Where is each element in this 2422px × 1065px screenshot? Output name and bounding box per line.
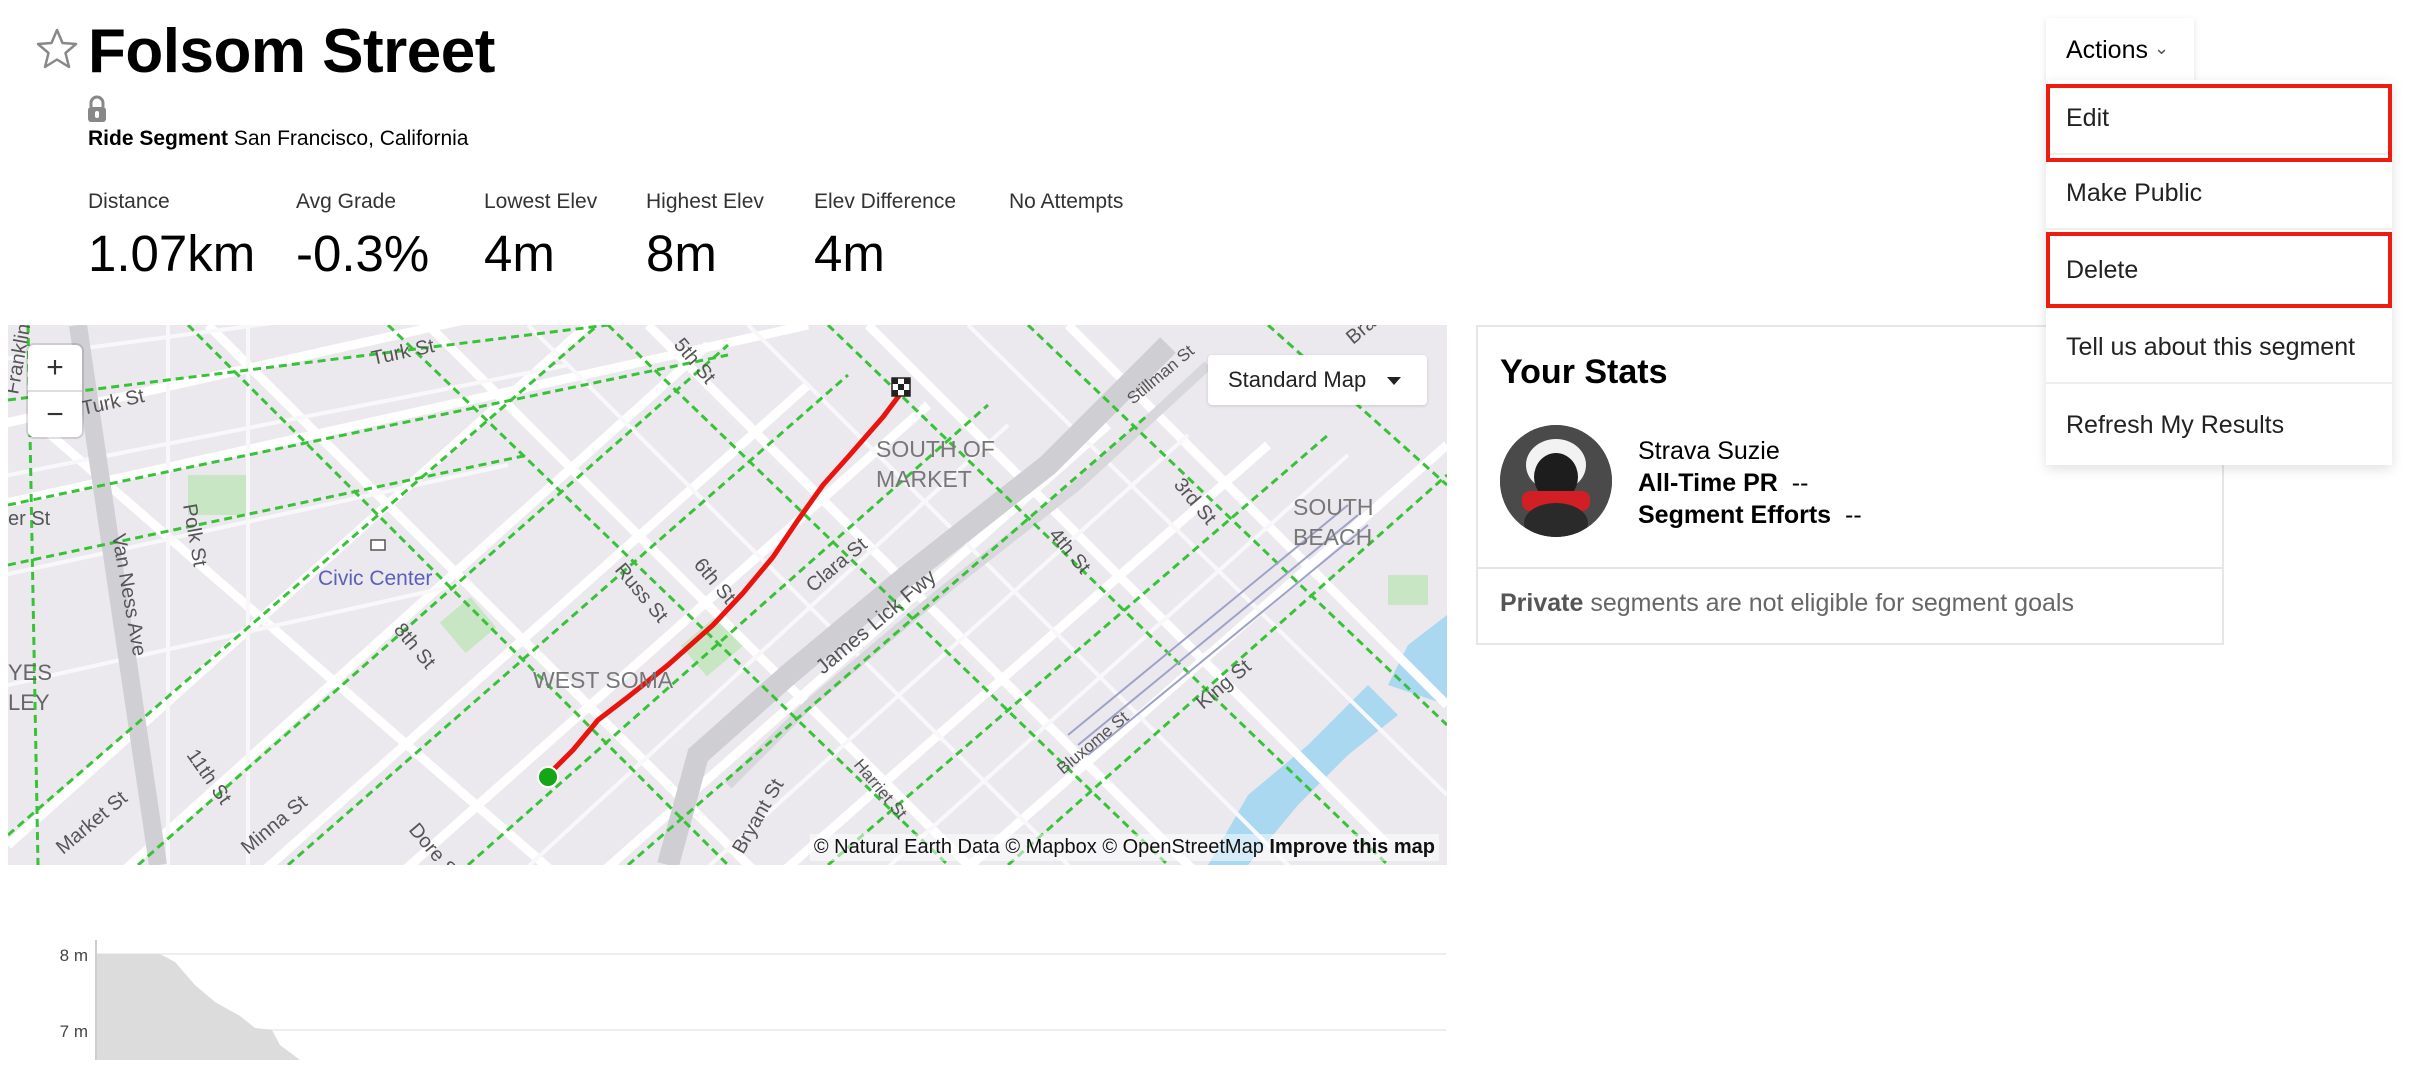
card-divider bbox=[1478, 567, 2222, 569]
stat-attempts: No Attempts bbox=[1009, 188, 1123, 216]
segment-location: San Francisco, California bbox=[233, 127, 469, 150]
transit-station-icon bbox=[370, 539, 386, 551]
athlete-avatar[interactable] bbox=[1500, 425, 1612, 537]
caret-down-icon bbox=[1387, 377, 1401, 385]
segment-efforts-row: Segment Efforts -- bbox=[1638, 501, 1862, 530]
stat-lowest-elev: Lowest Elev 4m bbox=[484, 188, 597, 286]
stat-label: Avg Grade bbox=[296, 190, 397, 213]
chevron-down-icon: ⌄ bbox=[2153, 37, 2170, 58]
pr-label: All-Time PR bbox=[1638, 469, 1778, 497]
efforts-label: Segment Efforts bbox=[1638, 501, 1832, 529]
y-tick-8m: 8 m bbox=[60, 946, 88, 965]
stat-label: Highest Elev bbox=[646, 190, 764, 213]
segment-finish-flag-icon bbox=[891, 377, 911, 397]
map-label: SOUTH OF bbox=[876, 436, 995, 462]
actions-label: Actions bbox=[2066, 35, 2148, 64]
map-canvas[interactable]: Turk St Turk St Franklin St er St Polk S… bbox=[8, 325, 1447, 865]
map-label: Civic Center bbox=[318, 567, 432, 590]
menu-item-make-public[interactable]: Make Public bbox=[2046, 158, 2392, 230]
pr-value: -- bbox=[1791, 469, 1809, 497]
segment-goals-note: Private segments are not eligible for se… bbox=[1500, 589, 2074, 618]
elevation-profile: 8 m 7 m bbox=[0, 900, 1450, 1060]
stat-distance: Distance 1.07km bbox=[88, 188, 255, 286]
menu-item-refresh-results[interactable]: Refresh My Results bbox=[2046, 389, 2392, 461]
private-label: Private bbox=[1500, 589, 1584, 617]
stat-value: 4m bbox=[814, 225, 885, 282]
map-label: BEACH bbox=[1293, 524, 1372, 550]
stat-label: No Attempts bbox=[1009, 190, 1124, 213]
stat-avg-grade: Avg Grade -0.3% bbox=[296, 188, 429, 286]
segment-map[interactable]: Turk St Turk St Franklin St er St Polk S… bbox=[8, 325, 1447, 865]
map-label: er St bbox=[8, 508, 51, 530]
efforts-value: -- bbox=[1845, 501, 1862, 529]
map-label: SOUTH bbox=[1293, 494, 1374, 520]
map-type-select[interactable]: Standard Map bbox=[1208, 355, 1427, 405]
highlight-box-delete bbox=[2046, 232, 2392, 308]
segment-title: Folsom Street bbox=[88, 17, 495, 86]
map-attribution-text: © Natural Earth Data © Mapbox © OpenStre… bbox=[813, 836, 1264, 858]
y-tick-7m: 7 m bbox=[60, 1022, 88, 1041]
segment-subtitle: Ride Segment San Francisco, California bbox=[88, 126, 468, 152]
favorite-star-icon[interactable] bbox=[34, 26, 80, 72]
improve-map-link[interactable]: Improve this map bbox=[1269, 836, 1435, 858]
all-time-pr-row: All-Time PR -- bbox=[1638, 469, 1808, 498]
stat-value: 8m bbox=[646, 225, 717, 282]
segment-type: Ride Segment bbox=[88, 127, 229, 150]
stat-label: Elev Difference bbox=[814, 190, 957, 213]
map-label: MARKET bbox=[876, 466, 972, 492]
zoom-out-button[interactable]: − bbox=[28, 392, 82, 437]
zoom-in-button[interactable]: + bbox=[28, 345, 82, 390]
stat-elev-difference: Elev Difference 4m bbox=[814, 188, 956, 286]
actions-button[interactable]: Actions ⌄ bbox=[2046, 18, 2194, 82]
athlete-name[interactable]: Strava Suzie bbox=[1638, 437, 1780, 466]
stat-value: -0.3% bbox=[296, 225, 430, 282]
stat-label: Distance bbox=[88, 190, 170, 213]
stat-highest-elev: Highest Elev 8m bbox=[646, 188, 764, 286]
map-type-label: Standard Map bbox=[1228, 367, 1367, 392]
map-zoom-control: + − bbox=[28, 345, 82, 437]
note-text: segments are not eligible for segment go… bbox=[1583, 589, 2074, 617]
stat-label: Lowest Elev bbox=[484, 190, 598, 213]
map-label: YES bbox=[8, 660, 52, 685]
highlight-box-edit bbox=[2046, 84, 2392, 162]
map-label: WEST SOMA bbox=[533, 667, 674, 693]
menu-item-feedback[interactable]: Tell us about this segment bbox=[2046, 312, 2392, 384]
stat-value: 4m bbox=[484, 225, 555, 282]
map-attribution: © Natural Earth Data © Mapbox © OpenStre… bbox=[809, 834, 1439, 861]
elevation-area bbox=[97, 954, 300, 1060]
lock-icon bbox=[86, 94, 108, 124]
map-label: LEY bbox=[8, 690, 50, 715]
your-stats-title: Your Stats bbox=[1500, 353, 1668, 391]
segment-start-marker bbox=[537, 766, 559, 788]
stat-value: 1.07km bbox=[88, 225, 256, 282]
